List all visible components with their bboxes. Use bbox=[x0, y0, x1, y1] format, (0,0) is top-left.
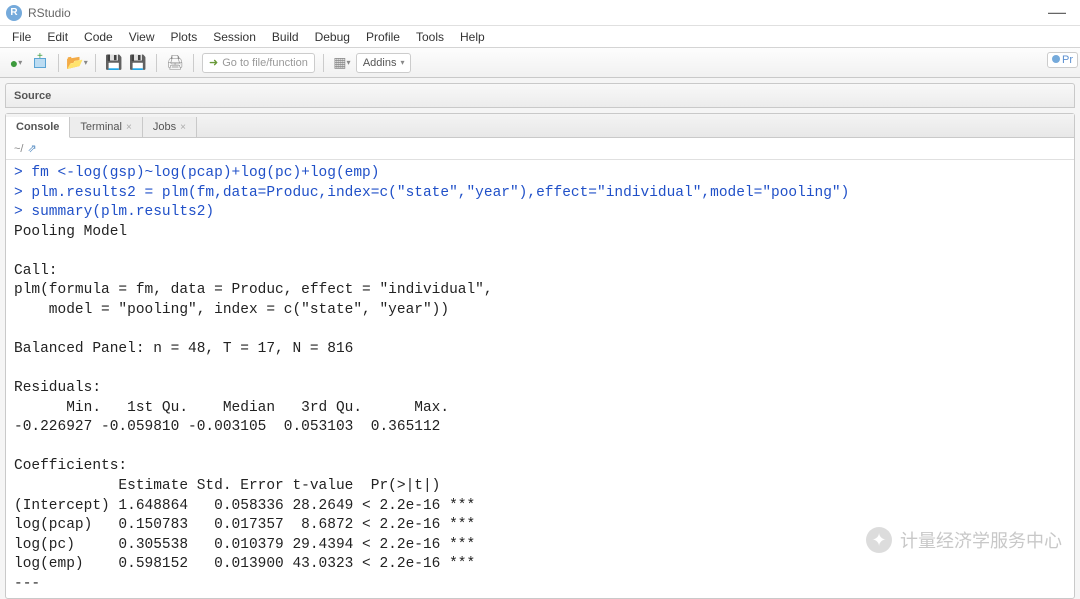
menu-session[interactable]: Session bbox=[205, 28, 264, 46]
tab-console[interactable]: Console bbox=[6, 117, 70, 138]
addins-label: Addins bbox=[363, 57, 397, 69]
menu-view[interactable]: View bbox=[121, 28, 163, 46]
tab-terminal[interactable]: Terminal× bbox=[70, 117, 142, 137]
new-project-icon[interactable]: + bbox=[30, 53, 50, 73]
save-icon[interactable]: 💾 bbox=[104, 53, 124, 73]
window-title: RStudio bbox=[28, 6, 1040, 20]
source-pane-header[interactable]: Source bbox=[5, 83, 1075, 108]
close-icon[interactable]: × bbox=[126, 122, 132, 133]
watermark-text: 计量经济学服务中心 bbox=[900, 527, 1062, 553]
grid-icon[interactable]: ▦▾ bbox=[332, 53, 352, 73]
menu-edit[interactable]: Edit bbox=[39, 28, 76, 46]
project-badge[interactable]: Pr bbox=[1047, 52, 1078, 68]
goto-placeholder: Go to file/function bbox=[222, 57, 308, 69]
menu-help[interactable]: Help bbox=[452, 28, 493, 46]
menu-build[interactable]: Build bbox=[264, 28, 307, 46]
minimize-button[interactable]: — bbox=[1040, 2, 1074, 23]
menu-debug[interactable]: Debug bbox=[307, 28, 358, 46]
console-path-bar: ~/ ⇗ bbox=[6, 138, 1074, 160]
goto-file-function-input[interactable]: ➜ Go to file/function bbox=[202, 53, 315, 73]
goto-arrow-icon: ➜ bbox=[209, 56, 218, 69]
toolbar: ●▾ + 📂▾ 💾 💾 🖨 ➜ Go to file/function ▦▾ A… bbox=[0, 48, 1080, 78]
tab-jobs[interactable]: Jobs× bbox=[143, 117, 197, 137]
window-titlebar: R RStudio — bbox=[0, 0, 1080, 26]
close-icon[interactable]: × bbox=[180, 122, 186, 133]
menu-profile[interactable]: Profile bbox=[358, 28, 408, 46]
menu-tools[interactable]: Tools bbox=[408, 28, 452, 46]
save-all-icon[interactable]: 💾 bbox=[128, 53, 148, 73]
path-link-icon[interactable]: ⇗ bbox=[27, 142, 36, 155]
rstudio-logo-icon: R bbox=[6, 5, 22, 21]
new-file-icon[interactable]: ●▾ bbox=[6, 53, 26, 73]
menu-code[interactable]: Code bbox=[76, 28, 121, 46]
menu-plots[interactable]: Plots bbox=[163, 28, 206, 46]
source-label: Source bbox=[14, 90, 51, 102]
addins-dropdown[interactable]: Addins ▾ bbox=[356, 53, 412, 73]
menu-file[interactable]: File bbox=[4, 28, 39, 46]
menu-bar: File Edit Code View Plots Session Build … bbox=[0, 26, 1080, 48]
open-file-icon[interactable]: 📂▾ bbox=[67, 53, 87, 73]
console-path: ~/ bbox=[14, 143, 23, 155]
chevron-down-icon: ▾ bbox=[400, 58, 404, 67]
print-icon[interactable]: 🖨 bbox=[165, 53, 185, 73]
wechat-icon: ✦ bbox=[866, 527, 892, 553]
watermark: ✦ 计量经济学服务中心 bbox=[866, 527, 1062, 553]
console-tabs: Console Terminal× Jobs× bbox=[6, 114, 1074, 138]
